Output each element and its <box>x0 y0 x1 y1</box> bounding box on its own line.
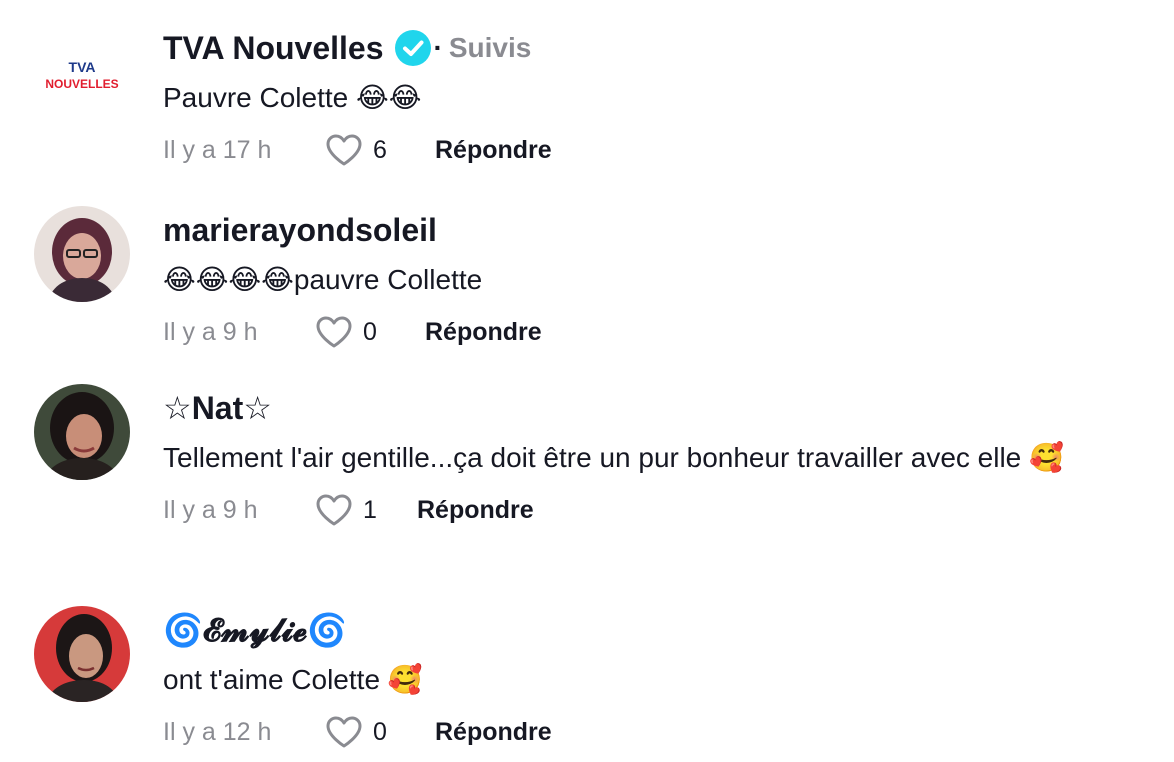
like-count: 6 <box>373 135 387 164</box>
avatar[interactable] <box>34 606 130 702</box>
comment-body: marierayondsoleil 😂😂😂😂pauvre Collette Il… <box>163 208 1154 352</box>
comment-body: 🌀𝓔𝓶𝔂𝓵𝓲𝓮🌀 ont t'aime Colette 🥰 Il y a 12 … <box>163 608 1154 752</box>
comment-time: Il y a 17 h <box>163 135 272 164</box>
heart-outline-icon <box>316 316 352 348</box>
like-count: 1 <box>363 495 377 524</box>
follow-status[interactable]: Suivis <box>449 32 531 64</box>
avatar[interactable]: TVA NOUVELLES <box>34 28 130 124</box>
like-count: 0 <box>373 717 387 746</box>
comment-time: Il y a 12 h <box>163 717 272 746</box>
comment-body: TVA Nouvelles · Suivis Pauvre Colette 😂😂… <box>163 26 1154 170</box>
like-button[interactable]: 1 <box>315 493 417 527</box>
reply-button[interactable]: Répondre <box>435 136 552 165</box>
heart-outline-icon <box>326 134 362 166</box>
author-row: ☆Nat☆ <box>163 386 1154 430</box>
comment-text: Pauvre Colette 😂😂 <box>163 82 422 113</box>
comment-text: ont t'aime Colette 🥰 <box>163 664 423 695</box>
reply-button[interactable]: Répondre <box>435 718 552 747</box>
avatar-photo <box>34 206 130 302</box>
like-button[interactable]: 0 <box>315 315 425 349</box>
verified-check-icon <box>394 29 432 67</box>
comment-time: Il y a 9 h <box>163 317 258 346</box>
avatar-photo <box>34 606 130 702</box>
heart-outline-icon <box>316 494 352 526</box>
reply-button[interactable]: Répondre <box>425 318 542 347</box>
avatar-photo <box>34 384 130 480</box>
author-name[interactable]: marierayondsoleil <box>163 212 437 249</box>
svg-text:NOUVELLES: NOUVELLES <box>45 77 118 91</box>
author-name[interactable]: 🌀𝓔𝓶𝔂𝓵𝓲𝓮🌀 <box>163 611 347 650</box>
author-row: 🌀𝓔𝓶𝔂𝓵𝓲𝓮🌀 <box>163 608 1154 652</box>
reply-button[interactable]: Répondre <box>417 496 534 525</box>
like-count: 0 <box>363 317 377 346</box>
comment-meta: Il y a 9 h 1 Répondre <box>163 490 1154 530</box>
avatar[interactable] <box>34 206 130 302</box>
author-name[interactable]: TVA Nouvelles <box>163 30 384 67</box>
comment-meta: Il y a 12 h 0 Répondre <box>163 712 1154 752</box>
like-button[interactable]: 6 <box>325 133 435 167</box>
like-button[interactable]: 0 <box>325 715 435 749</box>
separator-dot: · <box>433 32 443 63</box>
svg-text:TVA: TVA <box>69 59 96 75</box>
avatar[interactable] <box>34 384 130 480</box>
comment-meta: Il y a 9 h 0 Répondre <box>163 312 1154 352</box>
comment-text: 😂😂😂😂pauvre Collette <box>163 264 483 295</box>
author-row: TVA Nouvelles · Suivis <box>163 26 1154 70</box>
heart-outline-icon <box>326 716 362 748</box>
author-name[interactable]: ☆Nat☆ <box>163 389 272 427</box>
comment-meta: Il y a 17 h 6 Répondre <box>163 130 1154 170</box>
author-row: marierayondsoleil <box>163 208 1154 252</box>
comment-body: ☆Nat☆ Tellement l'air gentille...ça doit… <box>163 386 1154 530</box>
comment-text: Tellement l'air gentille...ça doit être … <box>163 442 1064 473</box>
comment-time: Il y a 9 h <box>163 495 258 524</box>
tva-nouvelles-logo: TVA NOUVELLES <box>45 59 118 91</box>
